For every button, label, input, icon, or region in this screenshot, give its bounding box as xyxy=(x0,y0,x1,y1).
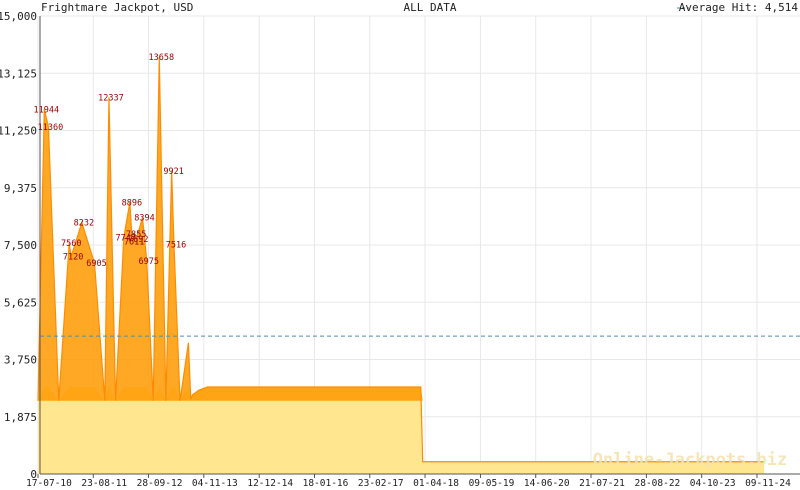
x-axis-labels: 17-07-10 23-08-11 28-09-12 04-11-13 12-12-14… xyxy=(26,474,791,489)
peak-value-label: 11944 xyxy=(34,105,60,115)
x-tick-label: 09-11-24 xyxy=(745,478,791,489)
peak-value-label: 7692 xyxy=(128,235,148,245)
y-tick-label: 5,625 xyxy=(4,296,37,309)
y-tick-label: 11,250 xyxy=(0,125,37,138)
y-tick-label: 15,000 xyxy=(0,10,37,23)
peak-value-label: 7560 xyxy=(61,239,81,249)
y-axis-labels: 01,8753,7505,6257,5009,37511,25013,12515… xyxy=(0,10,37,481)
x-tick-label: 28-08-22 xyxy=(635,478,681,489)
range-label: ALL DATA xyxy=(404,1,457,14)
chart-title: Frightmare Jackpot, USD xyxy=(41,1,193,14)
y-tick-label: 9,375 xyxy=(4,182,37,195)
y-tick-label: 3,750 xyxy=(4,354,37,367)
peak-value-label: 6905 xyxy=(86,259,106,269)
peak-value-label: 12337 xyxy=(98,93,124,103)
x-tick-label: 18-01-16 xyxy=(303,478,349,489)
average-legend-label: Average Hit: 4,514 xyxy=(679,1,799,14)
x-tick-label: 21-07-21 xyxy=(579,478,625,489)
x-tick-label: 12-12-14 xyxy=(247,478,293,489)
x-tick-label: 23-02-17 xyxy=(358,478,404,489)
y-tick-label: 7,500 xyxy=(4,239,37,252)
peak-value-label: 6975 xyxy=(139,257,159,267)
watermark: Online-Jackpots.biz xyxy=(593,450,787,470)
y-tick-label: 1,875 xyxy=(4,411,37,424)
peak-value-label: 7516 xyxy=(166,241,186,251)
x-tick-label: 14-06-20 xyxy=(524,478,570,489)
peak-value-label: 11360 xyxy=(38,123,64,133)
peak-value-label: 13658 xyxy=(148,53,174,63)
x-tick-label: 04-10-23 xyxy=(690,478,736,489)
peak-value-label: 8232 xyxy=(74,219,94,229)
x-tick-label: 23-08-11 xyxy=(81,478,127,489)
x-tick-label: 01-04-18 xyxy=(413,478,459,489)
x-tick-label: 04-11-13 xyxy=(192,478,238,489)
peak-value-label: 8394 xyxy=(134,214,154,224)
peak-value-label: 8896 xyxy=(122,198,142,208)
jackpot-history-chart: 01,8753,7505,6257,5009,37511,25013,12515… xyxy=(0,1,800,489)
x-tick-label: 17-07-10 xyxy=(26,478,72,489)
y-tick-label: 13,125 xyxy=(0,67,37,80)
x-tick-label: 09-05-19 xyxy=(469,478,515,489)
peak-value-label: 9921 xyxy=(163,167,183,177)
x-tick-label: 28-09-12 xyxy=(137,478,183,489)
peak-value-label: 7120 xyxy=(63,253,83,263)
